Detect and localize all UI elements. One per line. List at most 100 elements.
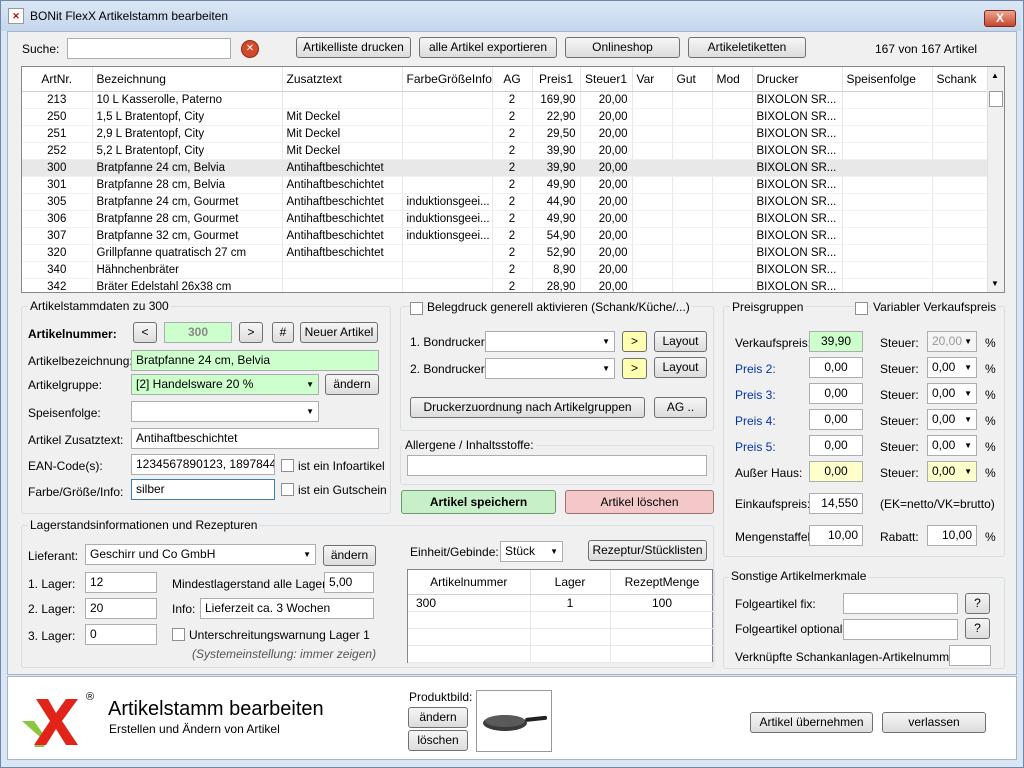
warnung-checkbox[interactable] bbox=[172, 628, 185, 641]
grid-header-cell[interactable]: Steuer1 bbox=[580, 67, 633, 92]
bondrucker1-select[interactable]: ▼ bbox=[485, 331, 615, 352]
save-article-button[interactable]: Artikel speichern bbox=[401, 490, 556, 514]
delete-article-button[interactable]: Artikel löschen bbox=[565, 490, 714, 514]
preis-field[interactable]: 39,90 bbox=[809, 331, 863, 352]
bild-aendern-button[interactable]: ändern bbox=[408, 707, 468, 728]
verlassen-button[interactable]: verlassen bbox=[882, 712, 986, 733]
clear-search-icon[interactable]: ✕ bbox=[241, 40, 259, 58]
preis-field[interactable]: 0,00 bbox=[809, 357, 863, 378]
rez-row[interactable] bbox=[408, 645, 715, 663]
grid-header-cell[interactable]: Zusatztext bbox=[282, 67, 403, 92]
variabel-checkbox[interactable] bbox=[855, 302, 868, 315]
table-row[interactable]: 300 Bratpfanne 24 cm, Belvia Antihaftbesch… bbox=[22, 159, 989, 177]
prev-article-button[interactable]: < bbox=[133, 322, 157, 343]
table-row[interactable]: 301 Bratpfanne 28 cm, Belvia Antihaftbesch… bbox=[22, 176, 989, 194]
scroll-thumb[interactable] bbox=[989, 91, 1003, 107]
lager1-field[interactable]: 12 bbox=[85, 572, 157, 593]
artikelgruppe-select[interactable]: [2] Handelsware 20 % ▼ bbox=[131, 374, 319, 395]
table-row[interactable]: 342 Bräter Edelstahl 26x38 cm 2 28,90 20,00 B… bbox=[22, 278, 989, 292]
steuer-select[interactable]: 0,00 ▼ bbox=[927, 435, 977, 456]
artikelgruppe-aendern-button[interactable]: ändern bbox=[325, 374, 379, 395]
table-row[interactable]: 250 1,5 L Bratentopf, City Mit Deckel 2 22,9… bbox=[22, 108, 989, 126]
steuer-select[interactable]: 0,00 ▼ bbox=[927, 409, 977, 430]
lager2-field[interactable]: 20 bbox=[85, 598, 157, 619]
preis-field[interactable]: 0,00 bbox=[809, 409, 863, 430]
preis-field[interactable]: 0,00 bbox=[809, 435, 863, 456]
table-row[interactable]: 251 2,9 L Bratentopf, City Mit Deckel 2 29,5… bbox=[22, 125, 989, 143]
labels-button[interactable]: Artikeletiketten bbox=[688, 37, 806, 58]
rezeptur-button[interactable]: Rezeptur/Stücklisten bbox=[588, 540, 707, 561]
search-input[interactable] bbox=[67, 38, 231, 59]
steuer-select[interactable]: 0,00 ▼ bbox=[927, 383, 977, 404]
next-article-button[interactable]: > bbox=[239, 322, 263, 343]
grid-scrollbar[interactable]: ▲ ▼ bbox=[987, 67, 1004, 292]
allergene-field[interactable] bbox=[407, 455, 707, 476]
grid-header-cell[interactable]: AG bbox=[492, 67, 533, 92]
bondrucker1-goto-button[interactable]: > bbox=[622, 331, 647, 352]
grid-header-cell[interactable]: ArtNr. bbox=[22, 67, 93, 92]
folge-fix-help-button[interactable]: ? bbox=[965, 593, 990, 614]
grid-header-cell[interactable]: FarbeGrößeInfo bbox=[402, 67, 493, 92]
bezeichnung-field[interactable]: Bratpfanne 24 cm, Belvia bbox=[131, 350, 379, 371]
bild-loeschen-button[interactable]: löschen bbox=[408, 730, 468, 751]
rez-header-cell[interactable]: Lager bbox=[530, 570, 611, 595]
onlineshop-button[interactable]: Onlineshop bbox=[565, 37, 680, 58]
bondrucker2-goto-button[interactable]: > bbox=[622, 358, 647, 379]
lager3-field[interactable]: 0 bbox=[85, 624, 157, 645]
steuer-select[interactable]: 20,00 ▼ bbox=[927, 331, 977, 352]
gutschein-checkbox[interactable] bbox=[281, 483, 294, 496]
rezeptur-grid[interactable]: Artikelnummer Lager RezeptMenge 300 1 100 bbox=[407, 569, 715, 663]
rez-header-cell[interactable]: RezeptMenge bbox=[610, 570, 715, 595]
new-article-button[interactable]: Neuer Artikel bbox=[300, 322, 378, 343]
grid-header-cell[interactable]: Preis1 bbox=[532, 67, 581, 92]
grid-header-cell[interactable]: Schank bbox=[932, 67, 989, 92]
bondrucker1-layout-button[interactable]: Layout bbox=[654, 331, 707, 352]
einkaufspreis-field[interactable]: 14,550 bbox=[809, 493, 863, 514]
grid-header-cell[interactable]: Mod bbox=[712, 67, 753, 92]
grid-header-cell[interactable]: Gut bbox=[672, 67, 713, 92]
rez-row[interactable] bbox=[408, 611, 715, 629]
einheit-select[interactable]: Stück ▼ bbox=[500, 541, 563, 562]
export-all-button[interactable]: alle Artikel exportieren bbox=[419, 37, 557, 58]
ean-field[interactable]: 1234567890123, 189784474 bbox=[131, 454, 275, 475]
rez-row[interactable] bbox=[408, 628, 715, 646]
table-row[interactable]: 340 Hähnchenbräter 2 8,90 20,00 BIXOLON SR... bbox=[22, 261, 989, 279]
grid-header-cell[interactable]: Speisenfolge bbox=[842, 67, 933, 92]
info-field[interactable]: Lieferzeit ca. 3 Wochen bbox=[200, 598, 374, 619]
table-row[interactable]: 320 Grillpfanne quatratisch 27 cm Antihaft… bbox=[22, 244, 989, 262]
folge-optional-help-button[interactable]: ? bbox=[965, 618, 990, 639]
hash-button[interactable]: # bbox=[272, 322, 294, 343]
rez-header-cell[interactable]: Artikelnummer bbox=[408, 570, 531, 595]
ag-button[interactable]: AG .. bbox=[654, 397, 707, 418]
folge-optional-field[interactable] bbox=[843, 619, 958, 640]
close-button[interactable]: X bbox=[984, 10, 1016, 27]
belegdruck-checkbox[interactable] bbox=[410, 302, 423, 315]
grid-header-cell[interactable]: Bezeichnung bbox=[92, 67, 283, 92]
farbe-field[interactable]: silber bbox=[131, 479, 275, 500]
table-row[interactable]: 306 Bratpfanne 28 cm, Gourmet Antihaftbesc… bbox=[22, 210, 989, 228]
uebernehmen-button[interactable]: Artikel übernehmen bbox=[750, 712, 873, 733]
rez-row[interactable]: 300 1 100 bbox=[408, 594, 715, 612]
bondrucker2-select[interactable]: ▼ bbox=[485, 358, 615, 379]
mengenstaffel-field[interactable]: 10,00 bbox=[809, 525, 863, 546]
artnr-field[interactable]: 300 bbox=[164, 322, 232, 343]
rabatt-field[interactable]: 10,00 bbox=[927, 525, 977, 546]
lieferant-select[interactable]: Geschirr und Co GmbH ▼ bbox=[85, 544, 316, 565]
grid-header-cell[interactable]: Drucker bbox=[752, 67, 843, 92]
mindestlager-field[interactable]: 5,00 bbox=[324, 572, 374, 593]
table-row[interactable]: 305 Bratpfanne 24 cm, Gourmet Antihaftbesc… bbox=[22, 193, 989, 211]
preis-field[interactable]: 0,00 bbox=[809, 461, 863, 482]
table-row[interactable]: 252 5,2 L Bratentopf, City Mit Deckel 2 39,9… bbox=[22, 142, 989, 160]
scroll-up-icon[interactable]: ▲ bbox=[991, 71, 999, 80]
schank-field[interactable] bbox=[949, 645, 991, 666]
scroll-down-icon[interactable]: ▼ bbox=[991, 279, 999, 288]
infoartikel-checkbox[interactable] bbox=[281, 459, 294, 472]
preis-field[interactable]: 0,00 bbox=[809, 383, 863, 404]
speisenfolge-select[interactable]: ▼ bbox=[131, 401, 319, 422]
zusatztext-field[interactable]: Antihaftbeschichtet bbox=[131, 428, 379, 449]
article-grid[interactable]: ArtNr. Bezeichnung Zusatztext FarbeGrößeInf… bbox=[21, 66, 1005, 293]
steuer-select[interactable]: 0,00 ▼ bbox=[927, 461, 977, 482]
print-list-button[interactable]: Artikelliste drucken bbox=[296, 37, 411, 58]
grid-header-cell[interactable]: Var bbox=[632, 67, 673, 92]
table-row[interactable]: 307 Bratpfanne 32 cm, Gourmet Antihaftbesc… bbox=[22, 227, 989, 245]
